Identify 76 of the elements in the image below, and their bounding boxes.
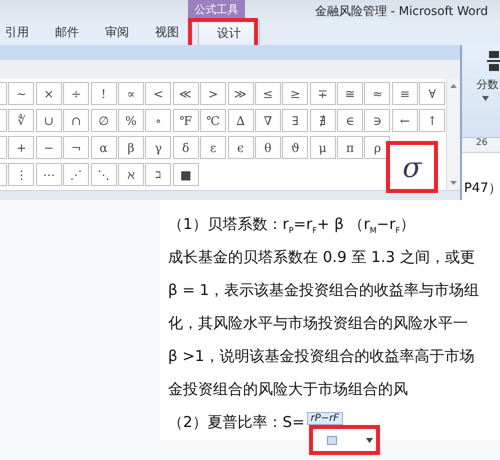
symbol-button[interactable]: ⋰ (63, 163, 90, 186)
symbol-button[interactable]: % (118, 109, 144, 132)
symbol-button[interactable]: < (145, 82, 172, 106)
placeholder-icon (326, 436, 337, 444)
symbol-button[interactable]: ≥ (282, 82, 308, 106)
symbol-button[interactable]: ■ (172, 163, 199, 186)
symbol-button[interactable]: ∪ (36, 109, 62, 132)
symbol-button[interactable]: ∄ (310, 109, 336, 132)
symbol-button[interactable]: ∩ (63, 109, 90, 132)
document-text: P47） (463, 180, 500, 197)
symbol-button[interactable]: θ (254, 136, 281, 160)
symbol-button[interactable]: ℃ (200, 109, 226, 132)
symbol-button[interactable]: ≅ (337, 82, 364, 106)
symbol-button[interactable]: π (337, 136, 364, 160)
document-text: β = 1，表示该基金投资组合的收益率与市场组 (168, 280, 480, 301)
symbol-button[interactable]: ≈ (364, 82, 390, 106)
symbol-button[interactable]: ⋮ (8, 163, 34, 186)
symbol-button[interactable]: ↑ (419, 109, 446, 132)
symbol-button[interactable]: ∘ (145, 109, 172, 132)
symbol-button[interactable]: μ (310, 136, 336, 160)
symbol-button[interactable]: ε (200, 136, 226, 160)
symbol-button[interactable]: ! (90, 82, 117, 106)
document-text: β >1，说明该基金投资组合的收益率高于市场 (168, 346, 476, 367)
window-title: 金融风险管理 - Microsoft Word (314, 3, 488, 20)
symbol-button[interactable]: ϵ (228, 136, 254, 160)
symbol-button[interactable]: ב (145, 163, 172, 186)
fraction-button[interactable]: 分数 (476, 77, 500, 92)
symbol-button[interactable]: ≪ (172, 82, 199, 106)
equation-numerator[interactable]: rP−rF (306, 412, 344, 425)
context-tab-group-label: 公式工具 (188, 0, 245, 18)
ribbon-tab[interactable]: 引用 (0, 20, 42, 45)
symbol-button[interactable]: ∓ (310, 82, 336, 106)
symbol-button[interactable]: ≤ (254, 82, 281, 106)
symbol-button[interactable]: ∜ (8, 109, 34, 132)
symbol-button[interactable]: ≡ (392, 82, 418, 106)
symbol-button[interactable]: ∝ (118, 82, 144, 106)
equation-placeholder[interactable] (308, 425, 380, 455)
symbol-button[interactable]: ∈ (337, 109, 364, 132)
caret-icon[interactable] (482, 96, 490, 101)
symbol-button[interactable]: ∅ (90, 109, 117, 132)
symbol-button[interactable]: ∃ (282, 109, 308, 132)
document-text: 成长基金的贝塔系数在 0.9 至 1.3 之间，或更 (168, 247, 476, 268)
symbol-button[interactable]: ← (392, 109, 418, 132)
symbol-button[interactable]: > (200, 82, 226, 106)
document-text: 金投资组合的风险大于市场组合的风 (168, 379, 409, 400)
symbol-button[interactable]: ℵ (118, 163, 144, 186)
symbol-button[interactable]: ⋯ (36, 163, 62, 186)
symbol-button[interactable]: ∆ (228, 109, 254, 132)
symbol-button[interactable]: ~ (8, 82, 34, 106)
symbol-button[interactable]: δ (172, 136, 199, 160)
symbol-button[interactable]: ϑ (282, 136, 308, 160)
scrollbar[interactable] (446, 79, 460, 190)
ribbon-tab[interactable]: 视图 (142, 20, 192, 45)
symbol-button[interactable]: ∇ (254, 109, 281, 132)
symbol-button[interactable]: ⋱ (90, 163, 117, 186)
document-text: （2）夏普比率：S= (168, 412, 305, 433)
symbol-button[interactable]: ¬ (63, 136, 90, 160)
document-text: 化，其风险水平与市场投资组合的风险水平一 (168, 313, 469, 334)
symbol-button[interactable]: × (36, 82, 62, 106)
document-text: （1）贝塔系数：r$_{P}$=r$_{F}$+ β （r$_{M}$−r$_{F}$） (168, 214, 416, 237)
symbol-button[interactable]: ≫ (228, 82, 254, 106)
symbol-button[interactable]: − (36, 136, 62, 160)
symbol-preview-tooltip: σ (386, 141, 438, 193)
fraction-icon[interactable] (485, 49, 500, 73)
symbol-button[interactable]: ℉ (172, 109, 199, 132)
caret-icon[interactable] (366, 438, 373, 442)
ribbon-tab[interactable]: 邮件 (42, 20, 92, 45)
ribbon-tab[interactable]: 审阅 (92, 20, 142, 45)
ruler: 26 (462, 138, 500, 153)
symbol-button[interactable]: β (118, 136, 144, 160)
symbol-button[interactable]: ∋ (364, 109, 390, 132)
symbol-button[interactable]: γ (145, 136, 172, 160)
symbol-button[interactable]: ÷ (63, 82, 90, 106)
symbol-button[interactable]: ∀ (419, 82, 446, 106)
symbol-button[interactable]: + (8, 136, 34, 160)
symbol-button[interactable]: α (90, 136, 117, 160)
